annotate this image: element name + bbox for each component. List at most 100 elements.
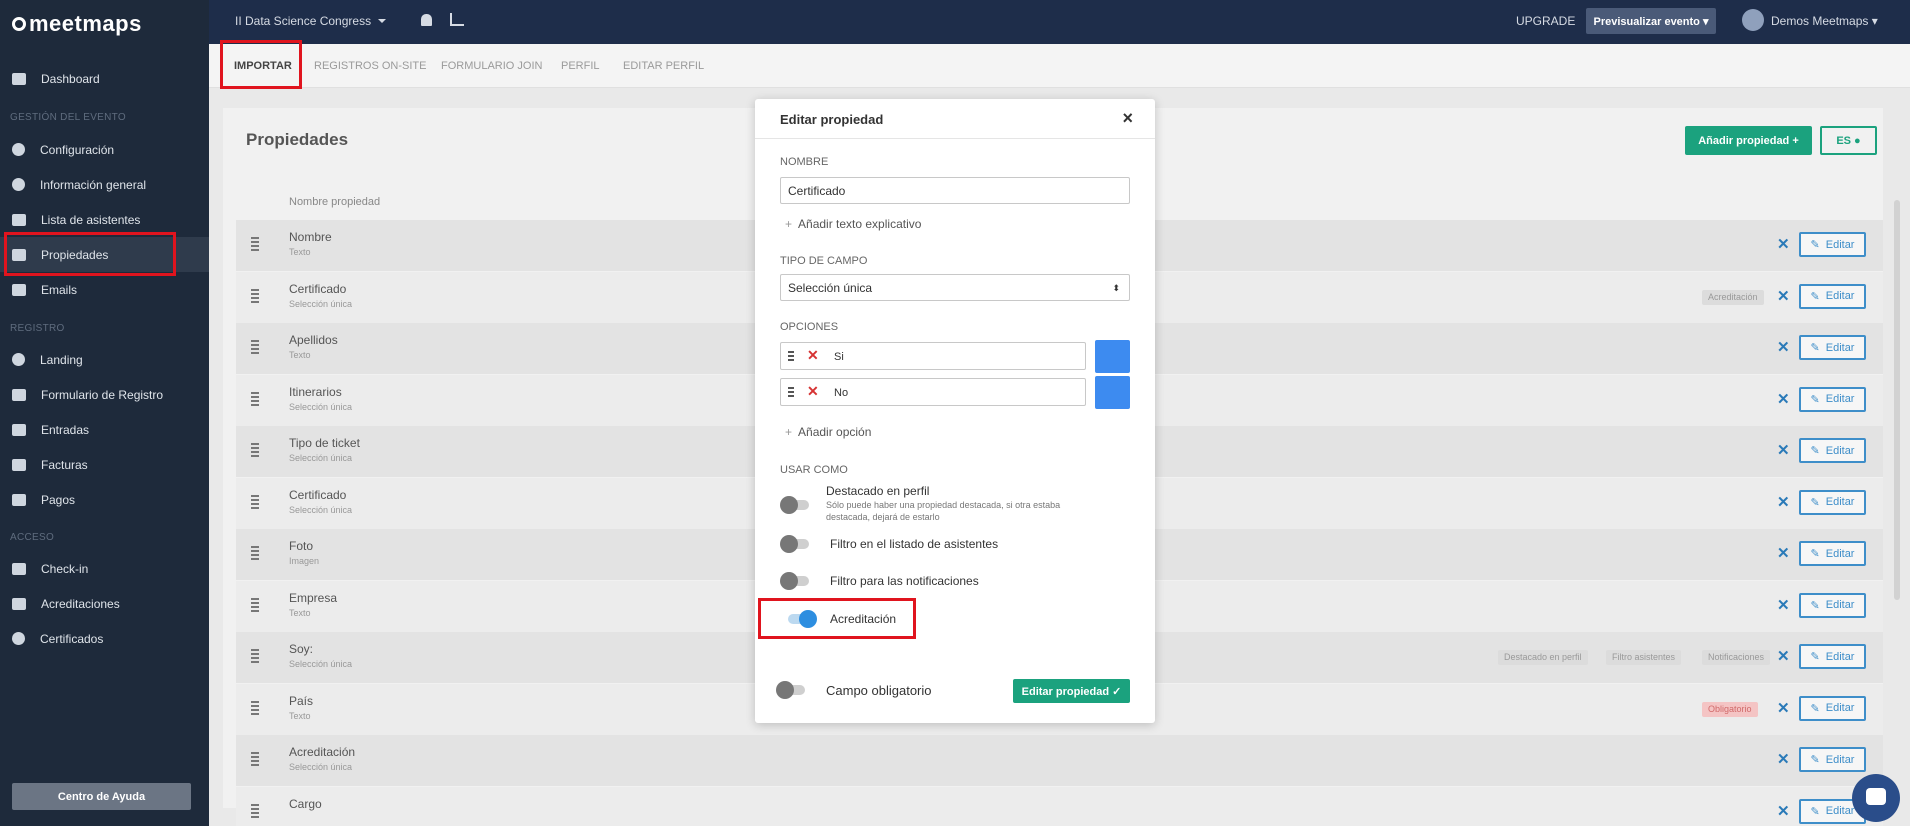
delete-icon[interactable]: ✕ <box>1777 750 1790 768</box>
edit-button[interactable]: ✎ Editar <box>1799 232 1866 257</box>
drag-handle-icon[interactable] <box>788 387 794 397</box>
add-property-button[interactable]: Añadir propiedad + <box>1685 126 1812 155</box>
column-header-name: Nombre propiedad <box>289 196 381 208</box>
avatar[interactable] <box>1742 9 1764 31</box>
sidebar-section-evento: GESTIÓN DEL EVENTO <box>10 112 126 123</box>
drag-handle-icon[interactable] <box>251 700 259 715</box>
drag-handle-icon[interactable] <box>251 494 259 509</box>
drag-handle-icon[interactable] <box>251 546 259 560</box>
option-color-swatch[interactable] <box>1095 376 1130 409</box>
delete-icon[interactable]: ✕ <box>1777 493 1790 511</box>
edit-button[interactable]: ✎ Editar <box>1799 386 1866 412</box>
edit-button[interactable]: ✎ Editar <box>1799 438 1866 463</box>
edit-button[interactable]: ✎ Editar <box>1799 747 1866 772</box>
delete-icon[interactable]: ✕ <box>1777 647 1790 665</box>
sidebar-item-dashboard[interactable]: Dashboard <box>0 61 209 96</box>
delete-icon[interactable]: ✕ <box>1777 390 1790 408</box>
sidebar-item-landing[interactable]: Landing <box>0 342 209 377</box>
property-name: Empresa <box>289 590 338 605</box>
edit-button[interactable]: ✎ Editar <box>1799 335 1866 360</box>
drag-handle-icon[interactable] <box>251 649 259 663</box>
sidebar-section-acceso: ACCESO <box>10 532 55 543</box>
delete-icon[interactable]: ✕ <box>1777 544 1790 562</box>
sidebar-item-label: Certificados <box>40 631 104 646</box>
delete-icon[interactable]: ✕ <box>1777 699 1790 717</box>
delete-icon[interactable]: ✕ <box>1777 596 1790 614</box>
sidebar-item-certificados[interactable]: Certificados <box>0 621 209 656</box>
tipo-campo-label: TIPO DE CAMPO <box>780 255 868 267</box>
preview-event-button[interactable]: Previsualizar evento ▾ <box>1586 8 1716 34</box>
event-selector[interactable]: II Data Science Congress <box>235 14 386 28</box>
tab-perfil[interactable]: PERFIL <box>561 60 600 72</box>
add-help-text-link[interactable]: + Añadir texto explicativo <box>785 217 921 231</box>
upgrade-link[interactable]: UPGRADE <box>1516 14 1575 28</box>
delete-icon[interactable]: ✕ <box>1777 802 1790 820</box>
sidebar-item-checkin[interactable]: Check-in <box>0 551 209 586</box>
select-arrows-icon: ⬍ <box>1112 283 1120 293</box>
tab-registros-onsite[interactable]: REGISTROS ON-SITE <box>314 60 426 72</box>
option-row[interactable]: ✕ Si <box>780 342 1086 370</box>
toggle-destacado[interactable] <box>780 496 810 514</box>
meetmaps-logo[interactable]: meetmaps <box>12 11 142 37</box>
sidebar-item-entradas[interactable]: Entradas <box>0 412 209 447</box>
option-value[interactable]: Si <box>834 351 844 363</box>
option-color-swatch[interactable] <box>1095 340 1130 373</box>
delete-icon[interactable]: ✕ <box>1777 441 1790 459</box>
edit-icon: ✎ <box>1810 342 1820 354</box>
toggle-filtro-notificaciones[interactable] <box>780 572 810 590</box>
edit-button[interactable]: ✎ Editar <box>1799 541 1866 566</box>
property-tag: Destacado en perfil <box>1498 650 1588 665</box>
tipo-campo-select[interactable]: Selección única ⬍ <box>780 274 1130 301</box>
toggle-campo-obligatorio[interactable] <box>776 681 806 699</box>
add-option-link[interactable]: + Añadir opción <box>785 425 871 439</box>
option-row[interactable]: ✕ No <box>780 378 1086 406</box>
user-menu[interactable]: Demos Meetmaps ▾ <box>1771 14 1878 28</box>
tab-editar-perfil[interactable]: EDITAR PERFIL <box>623 60 704 72</box>
sidebar-item-label: Emails <box>41 282 78 297</box>
delete-option-icon[interactable]: ✕ <box>807 383 819 400</box>
language-button[interactable]: ES ● <box>1820 126 1877 155</box>
drag-handle-icon[interactable] <box>251 288 259 303</box>
edit-button[interactable]: ✎ Editar <box>1799 644 1866 669</box>
drag-handle-icon[interactable] <box>251 237 259 251</box>
edit-button-label: Editar <box>1825 650 1855 663</box>
drag-handle-icon[interactable] <box>251 597 259 612</box>
edit-button[interactable]: ✎ Editar <box>1799 283 1866 309</box>
drag-handle-icon[interactable] <box>251 340 259 354</box>
chat-support-button[interactable] <box>1852 774 1900 822</box>
help-center-button[interactable]: Centro de Ayuda <box>12 783 191 810</box>
tab-formulario-join[interactable]: FORMULARIO JOIN <box>441 60 542 72</box>
drag-handle-icon[interactable] <box>251 752 259 766</box>
drag-handle-icon[interactable] <box>251 803 259 818</box>
delete-icon[interactable]: ✕ <box>1777 287 1790 305</box>
check-icon <box>12 562 26 575</box>
chart-icon[interactable] <box>450 13 464 26</box>
sidebar-item-emails[interactable]: Emails <box>0 272 209 307</box>
sidebar-item-informacion[interactable]: Información general <box>0 167 209 202</box>
scrollbar[interactable] <box>1894 200 1900 600</box>
delete-icon[interactable]: ✕ <box>1777 338 1790 356</box>
close-icon[interactable]: × <box>1122 108 1133 129</box>
toggle-filtro-listado[interactable] <box>780 535 810 553</box>
destacado-note: Sólo puede haber una propiedad destacada… <box>826 500 1061 522</box>
drag-handle-icon[interactable] <box>251 443 259 457</box>
drag-handle-icon[interactable] <box>251 391 259 406</box>
edit-icon: ✎ <box>1810 599 1820 612</box>
sidebar-item-acreditaciones[interactable]: Acreditaciones <box>0 586 209 621</box>
option-value[interactable]: No <box>834 387 848 399</box>
edit-icon: ✎ <box>1810 239 1820 251</box>
delete-option-icon[interactable]: ✕ <box>807 347 819 364</box>
drag-handle-icon[interactable] <box>788 351 794 361</box>
sidebar-item-formulario[interactable]: Formulario de Registro <box>0 377 209 412</box>
edit-button[interactable]: ✎ Editar <box>1799 489 1866 515</box>
delete-icon[interactable]: ✕ <box>1777 235 1790 253</box>
edit-button[interactable]: ✎ Editar <box>1799 695 1866 721</box>
sidebar-item-configuracion[interactable]: Configuración <box>0 132 209 167</box>
edit-button-label: Editar <box>1825 341 1855 354</box>
bell-icon[interactable] <box>421 14 432 26</box>
edit-button[interactable]: ✎ Editar <box>1799 592 1866 618</box>
edit-property-submit-button[interactable]: Editar propiedad ✓ <box>1013 679 1130 703</box>
sidebar-item-pagos[interactable]: Pagos <box>0 482 209 517</box>
sidebar-item-facturas[interactable]: Facturas <box>0 447 209 482</box>
nombre-input[interactable]: Certificado <box>780 177 1130 204</box>
